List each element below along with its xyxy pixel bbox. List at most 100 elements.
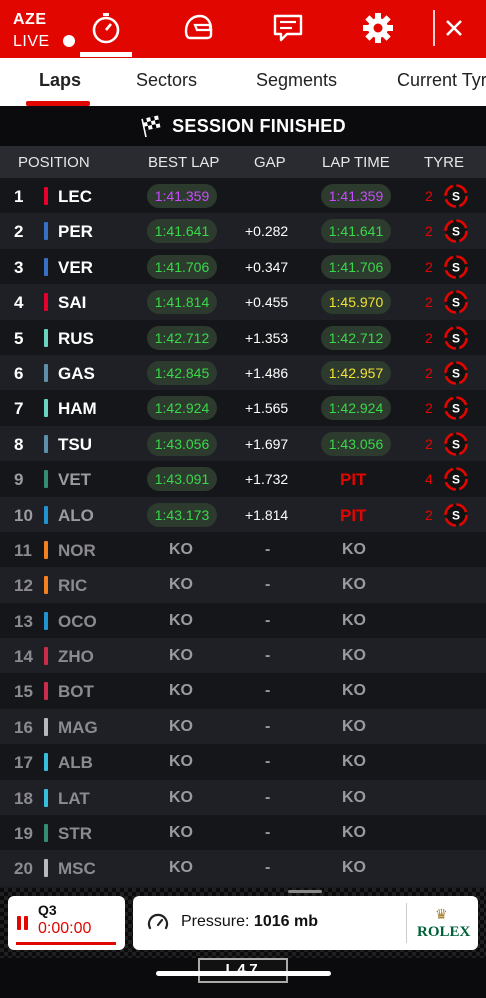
table-row[interactable]: 4 SAI 1:41.814 +0.455 1:45.970 2 S	[0, 284, 486, 320]
gear-icon[interactable]	[358, 8, 398, 48]
active-tab-indicator	[80, 52, 132, 57]
pressure-value: 1016 mb	[253, 913, 318, 930]
table-row[interactable]: 19 STR KO - KO	[0, 815, 486, 851]
table-row[interactable]: 7 HAM 1:42.924 +1.565 1:42.924 2 S	[0, 390, 486, 426]
gap-dash: -	[265, 717, 271, 735]
soft-tyre-icon: S	[444, 431, 468, 456]
best-lap-time: 1:43.091	[147, 467, 217, 492]
session-clock-card[interactable]: Q3 0:00:00	[8, 896, 125, 950]
table-row[interactable]: 10 ALO 1:43.173 +1.814 PIT 2 S	[0, 496, 486, 532]
team-color-bar	[44, 293, 48, 312]
driver-code: MAG	[58, 717, 98, 737]
row-position: 14	[14, 647, 33, 667]
table-row[interactable]: 12 RIC KO - KO	[0, 567, 486, 603]
pressure-card-handle	[288, 890, 322, 893]
row-position: 11	[14, 540, 32, 560]
tab-current-tyre[interactable]: Current Tyre	[397, 70, 486, 91]
tyre-age: 2	[425, 400, 433, 417]
table-row[interactable]: 6 GAS 1:42.845 +1.486 1:42.957 2 S	[0, 354, 486, 391]
best-lap-ko: KO	[169, 647, 193, 665]
live-label: LIVE	[13, 33, 50, 50]
tyre-compound: S	[452, 260, 460, 274]
table-row[interactable]: 16 MAG KO - KO	[0, 708, 486, 745]
chat-icon[interactable]	[268, 8, 308, 48]
table-row[interactable]: 8 TSU 1:43.056 +1.697 1:43.056 2 S	[0, 425, 486, 462]
live-indicator-dot	[63, 35, 75, 47]
sponsor-divider	[406, 903, 407, 943]
header-gap: GAP	[254, 154, 286, 171]
table-row[interactable]: 15 BOT KO - KO	[0, 673, 486, 709]
row-position: 10	[14, 505, 33, 525]
row-position: 16	[14, 717, 33, 737]
row-position: 1	[14, 187, 24, 206]
weather-card[interactable]: Pressure: 1016 mb ♛ ROLEX	[133, 896, 478, 950]
tyre-compound: S	[452, 331, 460, 345]
gap-dash: -	[265, 576, 271, 594]
tab-sectors[interactable]: Sectors	[136, 70, 197, 91]
gap-value: +1.814	[245, 506, 289, 523]
best-lap-time: 1:41.706	[147, 254, 217, 279]
best-lap-time: 1:43.173	[147, 502, 217, 527]
table-row[interactable]: 20 MSC KO - KO	[0, 850, 486, 886]
tab-bar: Laps Sectors Segments Current Tyre	[0, 58, 486, 106]
session-banner: SESSION FINISHED	[0, 106, 486, 146]
gap-dash: -	[265, 824, 271, 842]
header-tyre: TYRE	[424, 154, 465, 171]
best-lap-ko: KO	[169, 576, 193, 594]
last-lap-time: 1:42.924	[321, 396, 391, 421]
gap-dash: -	[265, 859, 271, 877]
tab-segments[interactable]: Segments	[256, 70, 337, 91]
best-lap-ko: KO	[169, 540, 193, 558]
table-row[interactable]: 17 ALB KO - KO	[0, 744, 486, 780]
timer-icon[interactable]	[86, 8, 126, 48]
lap-time-ko: KO	[342, 576, 366, 594]
team-color-bar	[44, 505, 48, 524]
last-lap-time: 1:45.970	[321, 290, 391, 315]
gap-value: +0.282	[245, 223, 289, 240]
pressure-label: Pressure:	[181, 913, 250, 930]
table-row[interactable]: 3 VER 1:41.706 +0.347 1:41.706 2 S	[0, 248, 486, 285]
top-bar: AZE LIVE	[0, 0, 486, 58]
table-row[interactable]: 2 PER 1:41.641 +0.282 1:41.641 2 S	[0, 213, 486, 249]
team-color-bar	[44, 611, 48, 630]
soft-tyre-icon: S	[444, 361, 468, 385]
pressure-readout: Pressure: 1016 mb	[181, 913, 318, 931]
tyre-compound: S	[452, 508, 460, 522]
table-row[interactable]: 11 NOR KO - KO	[0, 531, 486, 568]
home-indicator[interactable]	[156, 971, 331, 976]
tyre-age: 2	[425, 435, 433, 452]
soft-tyre-icon: S	[444, 467, 468, 491]
table-row[interactable]: 5 RUS 1:42.712 +1.353 1:42.712 2 S	[0, 319, 486, 355]
driver-code: MSC	[58, 859, 96, 879]
row-position: 4	[14, 293, 24, 313]
tyre-compound: S	[452, 437, 460, 451]
gap-value: +1.353	[245, 329, 289, 346]
table-row[interactable]: 18 LAT KO - KO	[0, 779, 486, 816]
row-position: 20	[14, 859, 33, 879]
lap-time-ko: KO	[342, 717, 366, 735]
helmet-icon[interactable]	[178, 8, 218, 48]
driver-code: VER	[58, 257, 93, 277]
table-row[interactable]: 9 VET 1:43.091 +1.732 PIT 4 S	[0, 461, 486, 497]
chat-icon-svg	[273, 14, 303, 42]
tab-laps[interactable]: Laps	[39, 70, 81, 91]
soft-tyre-icon: S	[444, 184, 468, 208]
sponsor-logo: ROLEX	[417, 924, 471, 940]
tyre-compound: S	[452, 366, 460, 380]
tyre-age: 4	[425, 471, 433, 488]
lap-time-ko: KO	[342, 611, 366, 629]
table-row[interactable]: 13 OCO KO - KO	[0, 602, 486, 639]
soft-tyre-icon: S	[444, 219, 468, 244]
close-icon[interactable]	[434, 8, 474, 48]
rolex-crown-icon: ♛	[435, 906, 448, 922]
team-color-bar	[44, 682, 48, 701]
gap-value: +1.732	[245, 471, 289, 488]
tyre-compound: S	[452, 473, 460, 487]
tyre-age: 2	[425, 258, 433, 275]
table-row[interactable]: 14 ZHO KO - KO	[0, 638, 486, 674]
best-lap-time: 1:41.814	[147, 290, 217, 315]
table-row[interactable]: 1 LEC 1:41.359 1:41.359 2 S	[0, 178, 486, 214]
team-color-bar	[44, 859, 48, 878]
last-lap-time: 1:42.957	[321, 360, 391, 385]
row-position: 6	[14, 363, 24, 383]
